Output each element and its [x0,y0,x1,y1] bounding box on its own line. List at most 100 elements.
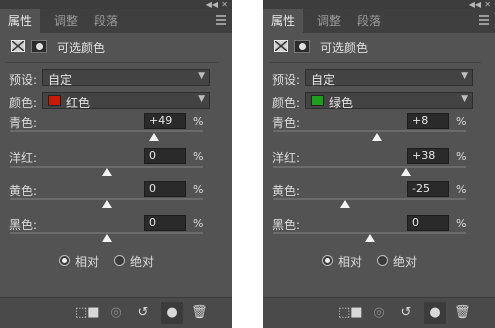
slider-label: 黑色: [272,218,301,232]
properties-panel-red: ◀◀ ✕ 属性 调整 段落 可选颜色 预设: 自定 ▼ 颜色: 红色 ▼ 青色:… [0,0,232,328]
tab-properties[interactable]: 属性 [0,9,41,33]
slider-thumb[interactable] [148,133,159,141]
tab-adjustments[interactable]: 调整 [46,9,86,33]
slider-thumb[interactable] [401,168,412,176]
slider-thumb[interactable] [364,234,375,242]
preset-dropdown[interactable]: 自定 ▼ [305,69,473,87]
layer-mask-icon[interactable] [31,40,47,53]
color-value: 绿色 [329,96,354,110]
percent-label: % [456,183,467,196]
magenta-value-field[interactable]: +38 [407,148,449,164]
adjustment-title: 可选颜色 [57,41,106,55]
absolute-radio[interactable] [114,255,125,266]
black-value-field[interactable]: 0 [407,215,449,231]
chevron-down-icon: ▼ [198,94,205,104]
trash-icon[interactable]: 🗑 [454,305,471,321]
percent-label: % [456,150,467,163]
absolute-label: 绝对 [130,255,155,269]
chevron-down-icon: ▼ [461,94,468,104]
collapse-panel-icon[interactable]: ◀◀ [206,0,218,9]
black-value-field[interactable]: 0 [144,215,186,231]
reset-icon[interactable]: ↺ [397,305,415,321]
relative-radio[interactable] [322,255,333,266]
adjustment-header: 可选颜色 [263,36,495,58]
panel-top-strip: ◀◀ ✕ [0,0,232,9]
slider-thumb[interactable] [101,168,112,176]
panel-menu-icon[interactable] [216,15,226,25]
clip-to-layer-icon[interactable]: ⬚■ [338,305,363,321]
color-dropdown[interactable]: 红色 ▼ [42,92,210,110]
panel-bottom-bar: ⬚■ ◎ ↺ ● 🗑 [0,297,232,328]
preset-label: 预设: [9,73,38,87]
tab-paragraph[interactable]: 段落 [86,9,126,33]
absolute-radio[interactable] [377,255,388,266]
collapse-panel-icon[interactable]: ◀◀ [469,0,481,9]
cyan-value-field[interactable]: +8 [407,113,449,129]
relative-label: 相对 [75,255,100,269]
color-dropdown[interactable]: 绿色 ▼ [305,92,473,110]
tab-adjustments[interactable]: 调整 [309,9,349,33]
slider-label: 黑色: [9,218,38,232]
preset-dropdown[interactable]: 自定 ▼ [42,69,210,87]
percent-label: % [456,115,467,128]
yellow-value-field[interactable]: -25 [407,181,449,197]
tab-properties[interactable]: 属性 [263,9,304,33]
slider-track[interactable] [273,130,466,132]
slider-label: 青色: [272,116,301,130]
view-previous-icon[interactable]: ◎ [369,305,389,321]
adjustment-layer-icon [274,40,288,52]
adjustment-header: 可选颜色 [0,36,232,58]
magenta-value-field[interactable]: 0 [144,148,186,164]
visibility-eye-icon[interactable]: ● [424,302,446,324]
trash-icon[interactable]: 🗑 [191,305,208,321]
preset-label: 预设: [272,73,301,87]
tab-bar: 属性 调整 段落 [0,9,232,33]
slider-label: 洋红: [272,151,301,165]
tab-paragraph[interactable]: 段落 [349,9,389,33]
method-radio-group: 相对 绝对 [263,253,495,269]
slider-label: 黄色: [272,184,301,198]
slider-label: 黄色: [9,184,38,198]
panel-menu-icon[interactable] [479,15,489,25]
panel-top-strip: ◀◀ ✕ [263,0,495,9]
close-panel-icon[interactable]: ✕ [484,0,491,9]
view-previous-icon[interactable]: ◎ [106,305,126,321]
yellow-value-field[interactable]: 0 [144,181,186,197]
slider-thumb[interactable] [372,133,383,141]
slider-track[interactable] [10,130,203,132]
slider-track[interactable] [273,198,466,200]
close-panel-icon[interactable]: ✕ [221,0,228,9]
percent-label: % [193,183,204,196]
method-radio-group: 相对 绝对 [0,253,232,269]
divider [269,62,481,63]
visibility-eye-icon[interactable]: ● [161,302,183,324]
cyan-value-field[interactable]: +49 [144,113,186,129]
slider-label: 洋红: [9,151,38,165]
percent-label: % [456,217,467,230]
relative-label: 相对 [338,255,363,269]
color-label: 颜色: [9,96,38,110]
color-value: 红色 [66,96,91,110]
panel-bottom-bar: ⬚■ ◎ ↺ ● 🗑 [263,297,495,328]
slider-label: 青色: [9,116,38,130]
color-swatch [311,95,324,106]
clip-to-layer-icon[interactable]: ⬚■ [75,305,100,321]
color-swatch [48,95,61,106]
slider-thumb[interactable] [340,200,351,208]
chevron-down-icon: ▼ [198,71,205,81]
slider-thumb[interactable] [101,234,112,242]
percent-label: % [193,150,204,163]
preset-value: 自定 [311,73,336,87]
chevron-down-icon: ▼ [461,71,468,81]
adjustment-title: 可选颜色 [320,41,369,55]
tab-bar: 属性 调整 段落 [263,9,495,33]
percent-label: % [193,217,204,230]
slider-track[interactable] [273,166,466,168]
reset-icon[interactable]: ↺ [134,305,152,321]
layer-mask-icon[interactable] [294,40,310,53]
relative-radio[interactable] [59,255,70,266]
adjustment-layer-icon [11,40,25,52]
slider-thumb[interactable] [101,200,112,208]
absolute-label: 绝对 [393,255,418,269]
properties-panel-green: ◀◀ ✕ 属性 调整 段落 可选颜色 预设: 自定 ▼ 颜色: 绿色 ▼ 青色:… [263,0,495,328]
